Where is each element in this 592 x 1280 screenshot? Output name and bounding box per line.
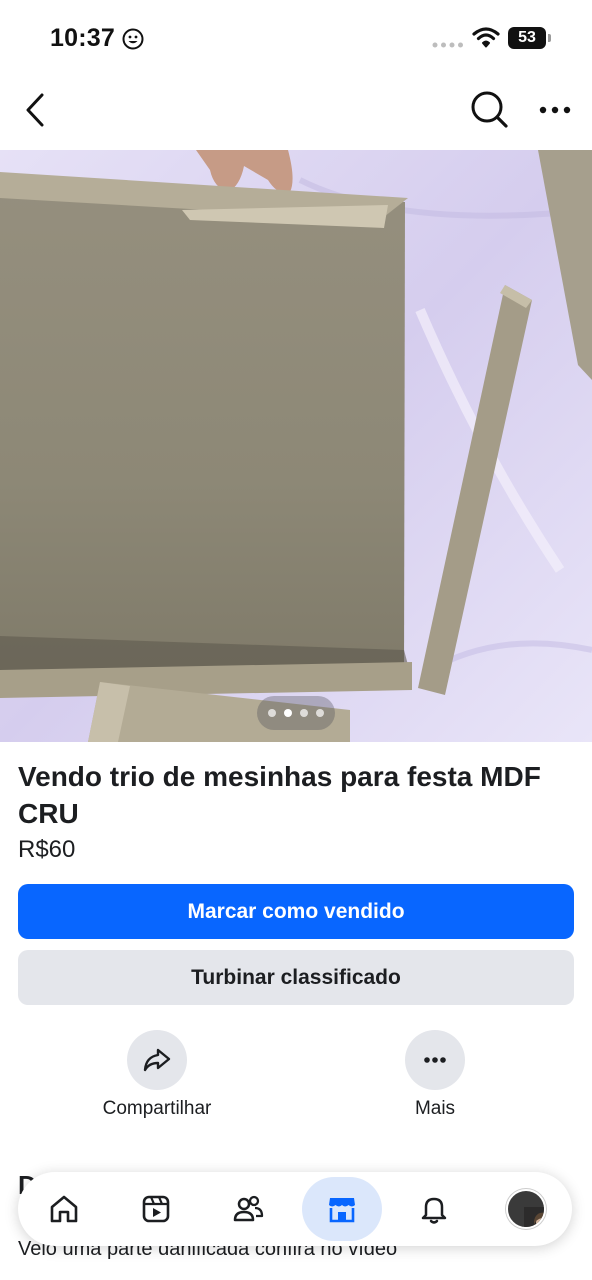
avatar (506, 1189, 546, 1229)
tab-notifications[interactable] (402, 1177, 466, 1241)
mark-as-sold-button[interactable]: Marcar como vendido (18, 884, 574, 939)
tab-marketplace[interactable] (302, 1177, 382, 1241)
pager-dot (316, 709, 324, 717)
listing-title: Vendo trio de mesinhas para festa MDF CR… (18, 761, 541, 829)
bell-icon (421, 1197, 447, 1224)
pager-dot (268, 709, 276, 717)
more-action[interactable]: Mais (355, 1030, 515, 1130)
status-time: 10:37 (50, 24, 115, 52)
product-photo[interactable] (0, 150, 592, 742)
boost-listing-button[interactable]: Turbinar classificado (18, 950, 574, 1005)
marketplace-icon (329, 1198, 355, 1223)
more-label: Mais (414, 1098, 456, 1119)
tab-home[interactable] (32, 1177, 96, 1241)
more-button[interactable] (405, 1030, 465, 1090)
share-icon (143, 1048, 171, 1072)
chevron-left-icon[interactable] (16, 90, 56, 130)
search-icon[interactable] (468, 88, 510, 130)
listing-price: R$60 (18, 836, 76, 863)
pager-dot-active (284, 709, 292, 717)
image-pager[interactable] (257, 696, 335, 730)
photo-image (0, 150, 592, 742)
smiley-icon (122, 28, 144, 50)
video-icon (142, 1195, 170, 1223)
bottom-tab-bar (18, 1172, 572, 1246)
tab-video[interactable] (124, 1177, 188, 1241)
top-nav (0, 80, 592, 150)
battery-icon: 53 (508, 27, 552, 49)
signal-icon (432, 42, 463, 48)
status-bar: 10:37 53 (0, 0, 592, 80)
tab-friends[interactable] (216, 1177, 280, 1241)
wifi-icon (472, 27, 500, 48)
tab-profile[interactable] (492, 1177, 556, 1241)
home-icon (50, 1195, 78, 1223)
share-button[interactable] (127, 1030, 187, 1090)
more-horizontal-icon[interactable] (534, 94, 576, 126)
battery-level: 53 (518, 29, 536, 46)
more-horizontal-icon (424, 1057, 446, 1063)
friends-icon (233, 1195, 264, 1222)
share-label: Compartilhar (102, 1098, 212, 1119)
share-action[interactable]: Compartilhar (77, 1030, 237, 1130)
pager-dot (300, 709, 308, 717)
